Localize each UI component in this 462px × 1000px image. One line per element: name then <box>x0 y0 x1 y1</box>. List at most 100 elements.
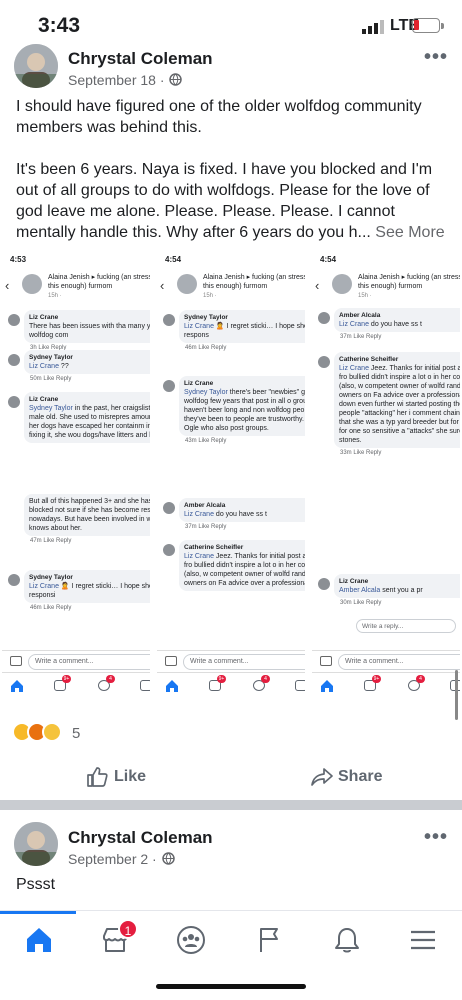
comment-mention[interactable]: Liz Crane <box>184 553 214 560</box>
comment-mention[interactable]: Sydney Taylor <box>184 389 228 396</box>
camera-icon[interactable] <box>165 656 177 666</box>
comment-author[interactable]: Liz Crane <box>29 313 150 322</box>
comment-author[interactable]: Liz Crane <box>29 395 150 404</box>
comment-actions[interactable]: 46m Like Reply <box>185 345 226 351</box>
comment-mention[interactable]: Liz Crane <box>29 363 59 370</box>
comment-author[interactable]: Liz Crane <box>339 577 460 586</box>
comment-text: Liz Crane 🙎 I regret sticki… I hope she'… <box>184 322 305 340</box>
comment-actions[interactable]: 30m Like Reply <box>340 600 381 606</box>
post-author[interactable]: Chrystal Coleman <box>68 828 213 848</box>
comment-author[interactable]: Amber Alcala <box>339 311 460 320</box>
mini-status-time: 4:54 <box>165 255 182 264</box>
mini-tab-bar: 9+ 4 <box>157 672 305 700</box>
avatar <box>22 274 42 294</box>
active-tab-indicator <box>0 911 76 914</box>
commenter-avatar <box>8 354 20 366</box>
comment-mention[interactable]: Liz Crane <box>339 365 369 372</box>
post-date[interactable]: September 2 · <box>68 851 157 867</box>
comment-input[interactable]: Write a comment... <box>183 654 305 670</box>
comment-composer: Write a comment... <box>312 650 460 672</box>
screenshot-1[interactable]: 4:53 ‹ Alaina Jenish ▸ fucking (an stress … <box>2 248 150 708</box>
mini-nav-sub: 15h · <box>203 293 217 299</box>
notification-badge: 9+ <box>372 675 381 683</box>
post-paragraph: It's been 6 years. Naya is fixed. I have… <box>16 159 448 243</box>
home-indicator[interactable] <box>156 984 306 989</box>
comment-mention[interactable]: Amber Alcala <box>339 587 380 594</box>
comment-composer: Write a comment... <box>2 650 150 672</box>
camera-icon[interactable] <box>10 656 22 666</box>
home-icon[interactable] <box>24 925 54 955</box>
comment-actions[interactable]: 33m Like Reply <box>340 450 381 456</box>
comment-mention[interactable]: Sydney Taylor <box>29 405 73 412</box>
comment-author[interactable]: Sydney Taylor <box>29 353 150 362</box>
comment-input[interactable]: Write a comment... <box>28 654 150 670</box>
home-icon[interactable] <box>165 679 179 693</box>
comment-bubble: Liz Crane There has been issues with tha … <box>24 310 150 343</box>
scrollbar[interactable] <box>455 670 458 720</box>
comment-body: do you have ss t <box>370 321 422 328</box>
comment-bubble: But all of this happened 3+ and she has … <box>24 494 150 536</box>
comment-mention[interactable]: Liz Crane <box>339 321 369 328</box>
status-time: 3:43 <box>38 14 81 37</box>
commenter-avatar <box>163 544 175 556</box>
comment-mention[interactable]: Liz Crane <box>29 583 59 590</box>
bell-icon[interactable] <box>295 680 305 691</box>
comment-bubble: Sydney Taylor Liz Crane 🙎 I regret sticki… <box>24 570 150 603</box>
comment-actions[interactable]: 43m Like Reply <box>185 438 226 444</box>
notification-badge: 4 <box>261 675 270 683</box>
screenshot-2[interactable]: 4:54 ‹ Alaina Jenish ▸ fucking (an stress … <box>157 248 305 708</box>
comment-author[interactable]: Liz Crane <box>184 379 305 388</box>
menu-icon[interactable] <box>408 925 438 955</box>
post-paragraph: I should have figured one of the older w… <box>16 98 422 136</box>
notifications-bell-icon[interactable] <box>332 925 362 955</box>
post-date[interactable]: September 18 · <box>68 72 165 88</box>
comment-actions[interactable]: 46m Like Reply <box>30 605 71 611</box>
comment-author[interactable]: Sydney Taylor <box>184 313 305 322</box>
back-arrow-icon[interactable]: ‹ <box>160 278 164 293</box>
mini-nav-title: Alaina Jenish ▸ fucking (an stress this … <box>203 273 305 301</box>
more-options-button[interactable]: ••• <box>424 46 448 69</box>
battery-icon <box>412 18 440 33</box>
avatar[interactable] <box>14 44 58 88</box>
camera-icon[interactable] <box>320 656 332 666</box>
comment-author[interactable]: Catherine Scheifler <box>339 355 460 364</box>
groups-icon[interactable] <box>176 925 206 955</box>
comment-actions[interactable]: 37m Like Reply <box>185 524 226 530</box>
comment-thread: Amber Alcala Liz Crane do you have ss t 37… <box>312 308 460 648</box>
comment-author[interactable]: Catherine Scheifler <box>184 543 305 552</box>
comment-mention[interactable]: Liz Crane <box>184 511 214 518</box>
avatar[interactable] <box>14 822 58 866</box>
comment-text: Liz Crane 🙎 I regret sticki… I hope she'… <box>29 582 150 600</box>
mini-nav-title: Alaina Jenish ▸ fucking (an stress this … <box>48 273 150 301</box>
commenter-avatar <box>318 356 330 368</box>
comment-actions[interactable]: 37m Like Reply <box>340 334 381 340</box>
notification-badge: 4 <box>106 675 115 683</box>
attached-screenshots[interactable]: 4:53 ‹ Alaina Jenish ▸ fucking (an stress … <box>0 248 462 708</box>
see-more-link[interactable]: See More <box>375 224 444 241</box>
comment-text: But all of this happened 3+ and she has … <box>29 497 150 533</box>
comment-thread: Sydney Taylor Liz Crane 🙎 I regret sticki… <box>157 308 305 648</box>
pages-flag-icon[interactable] <box>254 925 284 955</box>
comment-author[interactable]: Amber Alcala <box>184 501 305 510</box>
bell-icon[interactable] <box>140 680 150 691</box>
mini-status-time: 4:54 <box>320 255 337 264</box>
post-author[interactable]: Chrystal Coleman <box>68 49 213 69</box>
comment-author[interactable]: Sydney Taylor <box>29 573 150 582</box>
comment-actions[interactable]: 47m Like Reply <box>30 538 71 544</box>
home-icon[interactable] <box>10 679 24 693</box>
commenter-avatar <box>8 396 20 408</box>
post-actions: Like Share <box>0 760 462 798</box>
comment-input[interactable]: Write a comment... <box>338 654 460 670</box>
reply-input[interactable]: Write a reply... <box>356 619 456 633</box>
screenshot-3[interactable]: 4:54 ‹ Alaina Jenish ▸ fucking (an stress … <box>312 248 460 708</box>
back-arrow-icon[interactable]: ‹ <box>315 278 319 293</box>
comment-mention[interactable]: Liz Crane <box>184 323 214 330</box>
comment-thread: Liz Crane There has been issues with tha … <box>2 308 150 648</box>
back-arrow-icon[interactable]: ‹ <box>5 278 9 293</box>
comment-text: Liz Crane ?? <box>29 362 150 371</box>
home-icon[interactable] <box>320 679 334 693</box>
commenter-avatar <box>8 574 20 586</box>
more-options-button[interactable]: ••• <box>424 826 448 849</box>
comment-actions[interactable]: 50m Like Reply <box>30 376 71 382</box>
comment-text: Liz Crane Jeez. Thanks for initial post … <box>184 552 305 588</box>
